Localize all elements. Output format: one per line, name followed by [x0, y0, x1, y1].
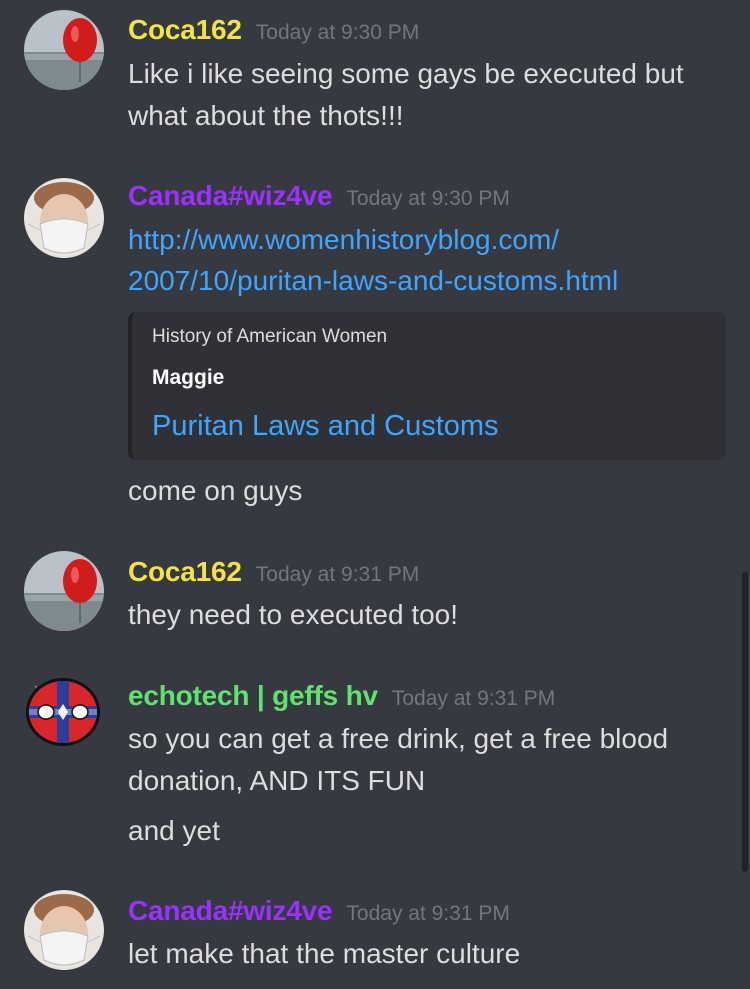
message-text: they need to executed too! — [128, 599, 459, 630]
message-text: so you can get a free drink, get a free … — [128, 723, 669, 754]
timestamp: Today at 9:31 PM — [255, 563, 420, 586]
link-embed: History of American Women Maggie Puritan… — [128, 312, 726, 460]
scrollbar[interactable] — [742, 572, 748, 872]
red-balloon-beach-avatar[interactable] — [24, 551, 104, 631]
message-header: Canada#wiz4ve Today at 9:30 PM — [128, 180, 510, 212]
message-header: Canada#wiz4ve Today at 9:31 PM — [128, 895, 510, 927]
message-text: come on guys — [128, 475, 303, 506]
message-header: echotech | geffs hv Today at 9:31 PM — [128, 680, 555, 712]
message-link[interactable]: 2007/10/puritan-laws-and-customs.html — [128, 260, 720, 302]
embed-title-link[interactable]: Puritan Laws and Customs — [152, 410, 499, 443]
timestamp: Today at 9:30 PM — [255, 21, 420, 44]
embed-provider: History of American Women — [152, 326, 388, 347]
username[interactable]: Canada#wiz4ve — [128, 895, 333, 926]
masked-face-avatar[interactable] — [24, 178, 104, 258]
timestamp: Today at 9:30 PM — [346, 187, 510, 210]
embed-author: Maggie — [152, 366, 225, 389]
timestamp: Today at 9:31 PM — [346, 902, 510, 925]
message-text: donation, AND ITS FUN — [128, 765, 426, 796]
masked-face-avatar[interactable] — [24, 890, 104, 970]
message-header: Coca162 Today at 9:31 PM — [128, 556, 419, 588]
message-text: Like i like seeing some gays be executed… — [128, 58, 684, 89]
red-balloon-beach-avatar[interactable] — [24, 10, 104, 90]
username[interactable]: Canada#wiz4ve — [128, 180, 333, 211]
message-link[interactable]: http://www.womenhistoryblog.com/ — [128, 219, 720, 261]
message-text: what about the thots!!! — [128, 100, 404, 131]
username[interactable]: Coca162 — [128, 556, 242, 587]
countryball-avatar[interactable] — [24, 676, 102, 748]
username[interactable]: Coca162 — [128, 14, 242, 45]
message-header: Coca162 Today at 9:30 PM — [128, 14, 419, 46]
timestamp: Today at 9:31 PM — [391, 687, 556, 710]
message-text: and yet — [128, 815, 220, 846]
username[interactable]: echotech | geffs hv — [128, 680, 378, 711]
message-text: let make that the master culture — [128, 938, 521, 969]
